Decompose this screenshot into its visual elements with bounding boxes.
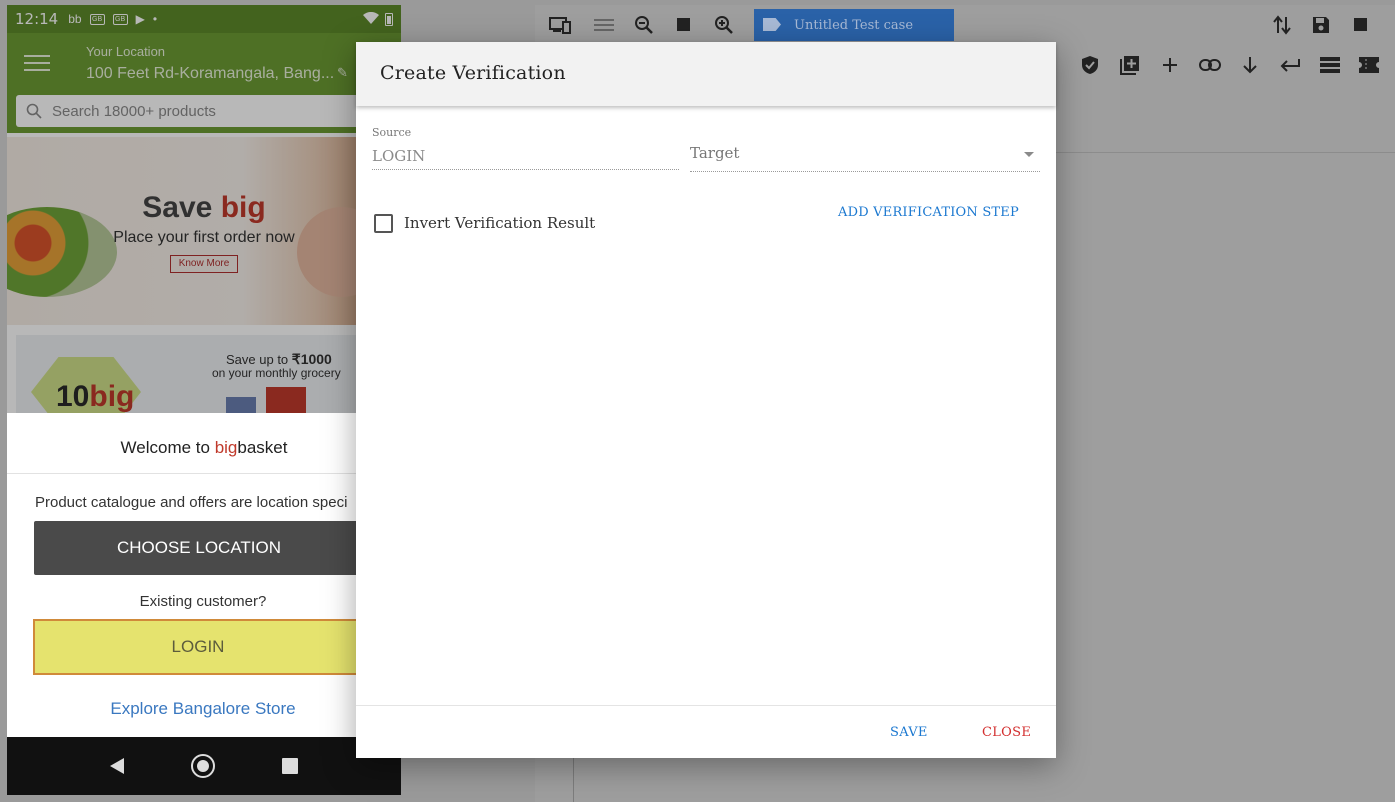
- explore-store-link[interactable]: Explore Bangalore Store: [7, 699, 399, 719]
- source-field: Source: [372, 126, 679, 172]
- dialog-header: Create Verification: [356, 42, 1056, 106]
- target-select[interactable]: Target: [690, 142, 1040, 172]
- invert-label: Invert Verification Result: [404, 214, 596, 232]
- recent-apps-icon[interactable]: [281, 758, 298, 774]
- swap-vert-icon[interactable]: [1268, 11, 1296, 39]
- brand-rest: basket: [237, 438, 288, 457]
- footer-divider: [356, 705, 1056, 706]
- list-view-icon[interactable]: [1316, 51, 1344, 79]
- back-icon[interactable]: [110, 758, 125, 774]
- save-button[interactable]: SAVE: [890, 725, 928, 740]
- location-info-text: Product catalogue and offers are locatio…: [35, 494, 348, 511]
- label-icon: [763, 18, 781, 31]
- top-toolbar: Untitled Test case: [535, 5, 1395, 45]
- invert-result-option: Invert Verification Result: [374, 212, 595, 234]
- verify-shield-icon[interactable]: [1076, 51, 1104, 79]
- choose-location-button[interactable]: CHOOSE LOCATION: [34, 521, 374, 575]
- arrow-down-icon[interactable]: [1236, 51, 1264, 79]
- dropdown-arrow-icon: [1024, 152, 1034, 157]
- menu-lines-icon[interactable]: [590, 11, 618, 39]
- home-icon[interactable]: [190, 754, 215, 778]
- welcome-title: Welcome to bigbasket: [7, 438, 401, 458]
- close-button[interactable]: CLOSE: [982, 725, 1031, 740]
- add-box-icon[interactable]: [1116, 51, 1144, 79]
- target-placeholder: Target: [690, 144, 740, 162]
- dim-overlay: [7, 5, 401, 415]
- device-screen: 12:14 bb GB GB ▶ • Your Location 100 Fee…: [7, 5, 401, 795]
- divider: [7, 473, 401, 474]
- keyboard-return-icon[interactable]: [1276, 51, 1304, 79]
- add-icon[interactable]: [1156, 51, 1184, 79]
- android-nav-bar: [7, 737, 401, 795]
- source-input[interactable]: [372, 142, 679, 170]
- welcome-prefix: Welcome to: [120, 438, 215, 457]
- existing-customer-text: Existing customer?: [139, 593, 267, 610]
- link-icon[interactable]: [1196, 51, 1224, 79]
- brand-accent: big: [214, 438, 238, 457]
- ticket-icon[interactable]: [1355, 51, 1383, 79]
- stop-icon[interactable]: [670, 11, 698, 39]
- zoom-in-icon[interactable]: [710, 11, 738, 39]
- create-verification-dialog: Create Verification Source Target Invert…: [356, 42, 1056, 758]
- testcase-name: Untitled Test case: [794, 17, 914, 33]
- devices-icon[interactable]: [546, 11, 574, 39]
- welcome-sheet: Welcome to bigbasket Product catalogue a…: [7, 413, 401, 735]
- stop-recording-icon[interactable]: [1347, 11, 1375, 39]
- dialog-title: Create Verification: [380, 62, 566, 84]
- testcase-name-field[interactable]: Untitled Test case: [754, 9, 954, 41]
- divider: [1055, 152, 1395, 153]
- invert-checkbox[interactable]: [374, 213, 393, 233]
- login-button[interactable]: LOGIN: [33, 619, 383, 675]
- add-verification-step-button[interactable]: ADD VERIFICATION STEP: [838, 205, 1019, 220]
- save-icon[interactable]: [1307, 11, 1335, 39]
- source-label: Source: [372, 126, 412, 139]
- divider-vertical: [573, 757, 574, 802]
- zoom-out-icon[interactable]: [630, 11, 658, 39]
